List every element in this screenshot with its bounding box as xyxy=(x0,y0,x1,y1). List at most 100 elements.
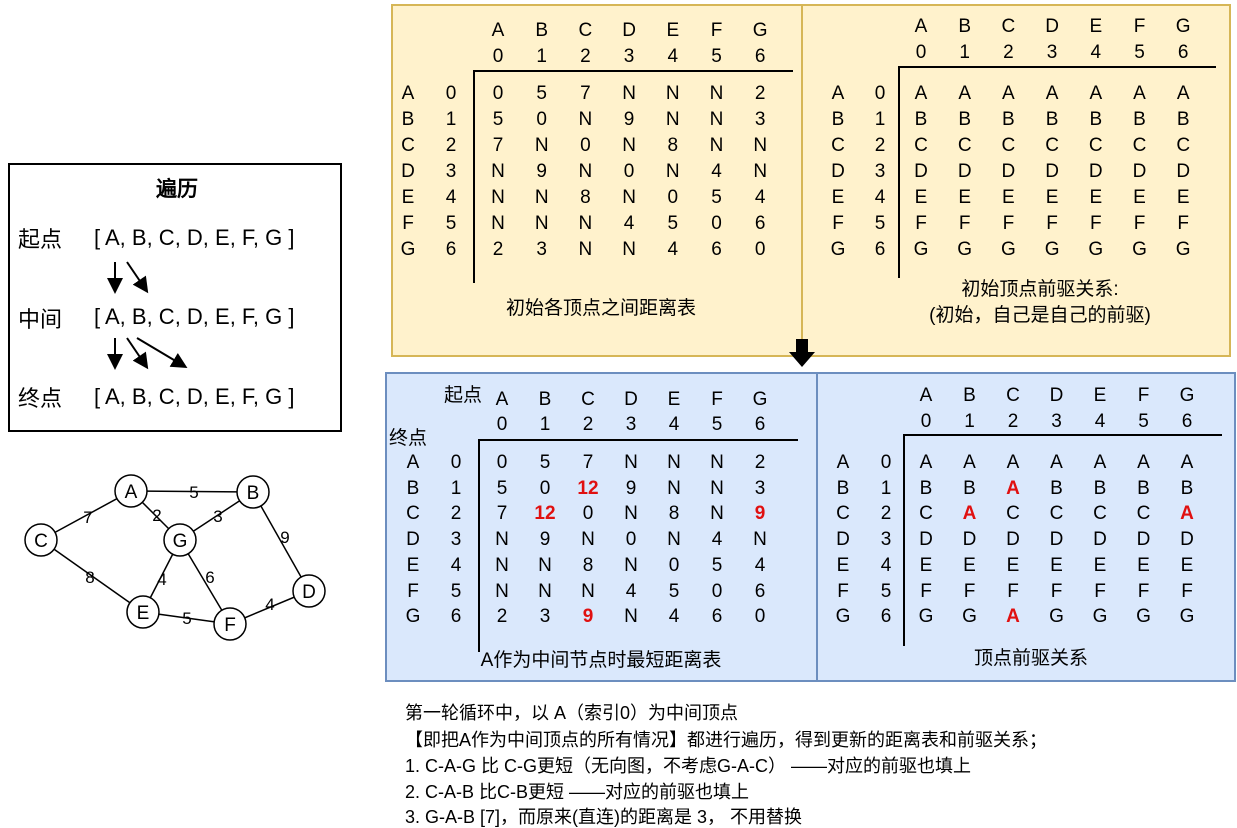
cell-F-E: F xyxy=(1089,213,1102,234)
node-label-C: C xyxy=(34,531,48,552)
cell-G-G: G xyxy=(1179,606,1195,628)
cell-B-D: 9 xyxy=(623,109,635,130)
col-index-4: 4 xyxy=(668,414,680,435)
node-label-E: E xyxy=(137,603,150,624)
cell-D-E: D xyxy=(1093,529,1107,551)
cell-D-A: D xyxy=(919,529,933,551)
cell-F-F: F xyxy=(1133,213,1146,234)
cell-E-D: N xyxy=(624,554,638,576)
row-letter-C: C xyxy=(401,135,415,156)
row-index-5: 5 xyxy=(874,213,886,234)
cell-G-D: G xyxy=(1049,606,1064,628)
cell-D-F: D xyxy=(1136,529,1151,551)
row-letter-E: E xyxy=(831,187,845,208)
row-index-0: 0 xyxy=(874,83,886,104)
row-index-2: 2 xyxy=(874,135,886,156)
cell-A-E: A xyxy=(1089,83,1103,104)
cell-B-D: B xyxy=(1050,477,1063,499)
row-index-3: 3 xyxy=(880,529,892,551)
cell-A-A: 0 xyxy=(496,452,508,473)
row-index-1: 1 xyxy=(874,109,886,130)
col-letter-C: C xyxy=(1001,16,1016,37)
cell-E-E: E xyxy=(1089,187,1103,208)
cell-D-C: N xyxy=(581,529,595,551)
edge-weight-A-B: 5 xyxy=(189,483,198,502)
cell-E-B: E xyxy=(963,554,976,576)
cell-D-D: D xyxy=(1049,529,1064,551)
cell-C-E: C xyxy=(1088,135,1103,156)
cell-F-A: F xyxy=(920,580,932,602)
cell-C-B: C xyxy=(957,135,972,156)
cell-A-A: A xyxy=(914,83,928,104)
cell-F-B: N xyxy=(534,213,549,234)
cell-B-A: 5 xyxy=(492,109,504,130)
cell-D-G: D xyxy=(1176,161,1191,182)
tbl-init-pre-header-rule xyxy=(898,66,1216,68)
row-index-3: 3 xyxy=(450,529,462,551)
col-letter-E: E xyxy=(1093,385,1107,406)
row-letter-A: A xyxy=(836,452,850,473)
col-letter-C: C xyxy=(578,20,593,41)
cell-A-B: 5 xyxy=(539,452,551,473)
cell-C-B: N xyxy=(534,135,549,156)
cell-G-C: G xyxy=(1001,239,1016,260)
cell-C-F: N xyxy=(709,135,724,156)
cell-B-G: 3 xyxy=(754,477,766,499)
col-letter-C: C xyxy=(581,389,595,410)
cell-B-B: 0 xyxy=(539,477,551,499)
cell-E-F: 5 xyxy=(711,554,723,576)
row-letter-D: D xyxy=(836,529,850,551)
col-letter-A: A xyxy=(919,385,933,406)
tbl-a-dist-header-rule xyxy=(478,439,798,441)
cell-G-A: 2 xyxy=(492,239,504,260)
cell-E-B: N xyxy=(538,554,552,576)
tbl-init-dist-header-rule xyxy=(473,70,793,72)
note-line-2: 【即把A作为中间顶点的所有情况】都进行遍历，得到更新的距离表和前驱关系； xyxy=(405,730,1048,750)
col-letter-E: E xyxy=(666,20,680,41)
cell-F-D: F xyxy=(1046,213,1058,234)
note-line-3: 1. C-A-G 比 C-G更短（无向图，不考虑G-A-C） ——对应的前驱也填… xyxy=(405,756,971,776)
cell-F-B: N xyxy=(538,580,552,602)
cell-E-C: 8 xyxy=(582,554,594,576)
cell-G-E: G xyxy=(1088,239,1104,260)
cell-A-G: 2 xyxy=(754,452,766,473)
init-pre-caption-1: 初始顶点前驱关系: xyxy=(961,279,1119,300)
edge-weight-E-F: 5 xyxy=(182,609,191,628)
row-index-4: 4 xyxy=(880,554,892,576)
col-letter-B: B xyxy=(535,20,549,41)
cell-A-F: A xyxy=(1137,452,1150,473)
row-index-0: 0 xyxy=(450,452,462,473)
col-letter-D: D xyxy=(1045,16,1059,37)
col-index-5: 5 xyxy=(1138,411,1149,432)
edge-weight-G-E: 4 xyxy=(157,570,166,589)
cell-B-E: B xyxy=(1089,109,1103,130)
cell-E-F: 5 xyxy=(711,187,722,208)
cell-F-G: F xyxy=(1181,580,1193,602)
row-letter-E: E xyxy=(406,554,420,576)
cell-C-G: C xyxy=(1176,135,1191,156)
col-index-4: 4 xyxy=(1090,42,1102,63)
cell-F-C: N xyxy=(578,213,593,234)
cell-A-F: N xyxy=(710,452,724,473)
cell-C-D: N xyxy=(624,503,638,525)
col-letter-D: D xyxy=(1049,385,1064,406)
cell-A-D: N xyxy=(624,452,638,473)
legend-arrows xyxy=(107,261,188,370)
cell-G-C: A xyxy=(1006,606,1020,628)
edge-weight-C-E: 8 xyxy=(85,568,94,587)
cell-E-C: 8 xyxy=(580,187,591,208)
node-label-F: F xyxy=(224,615,236,636)
col-letter-D: D xyxy=(624,389,638,410)
cell-B-C: B xyxy=(1002,109,1015,130)
cell-C-C: 0 xyxy=(580,135,591,156)
cell-B-A: 5 xyxy=(496,477,508,499)
cell-G-F: 6 xyxy=(711,606,723,628)
cell-F-D: 4 xyxy=(623,213,635,234)
col-index-6: 6 xyxy=(1181,411,1193,432)
cell-F-A: F xyxy=(915,213,927,234)
col-index-5: 5 xyxy=(711,46,722,67)
cell-G-E: 4 xyxy=(668,606,680,628)
cell-D-F: 4 xyxy=(711,161,722,182)
cell-E-E: 0 xyxy=(667,187,679,208)
col-letter-B: B xyxy=(963,385,976,406)
